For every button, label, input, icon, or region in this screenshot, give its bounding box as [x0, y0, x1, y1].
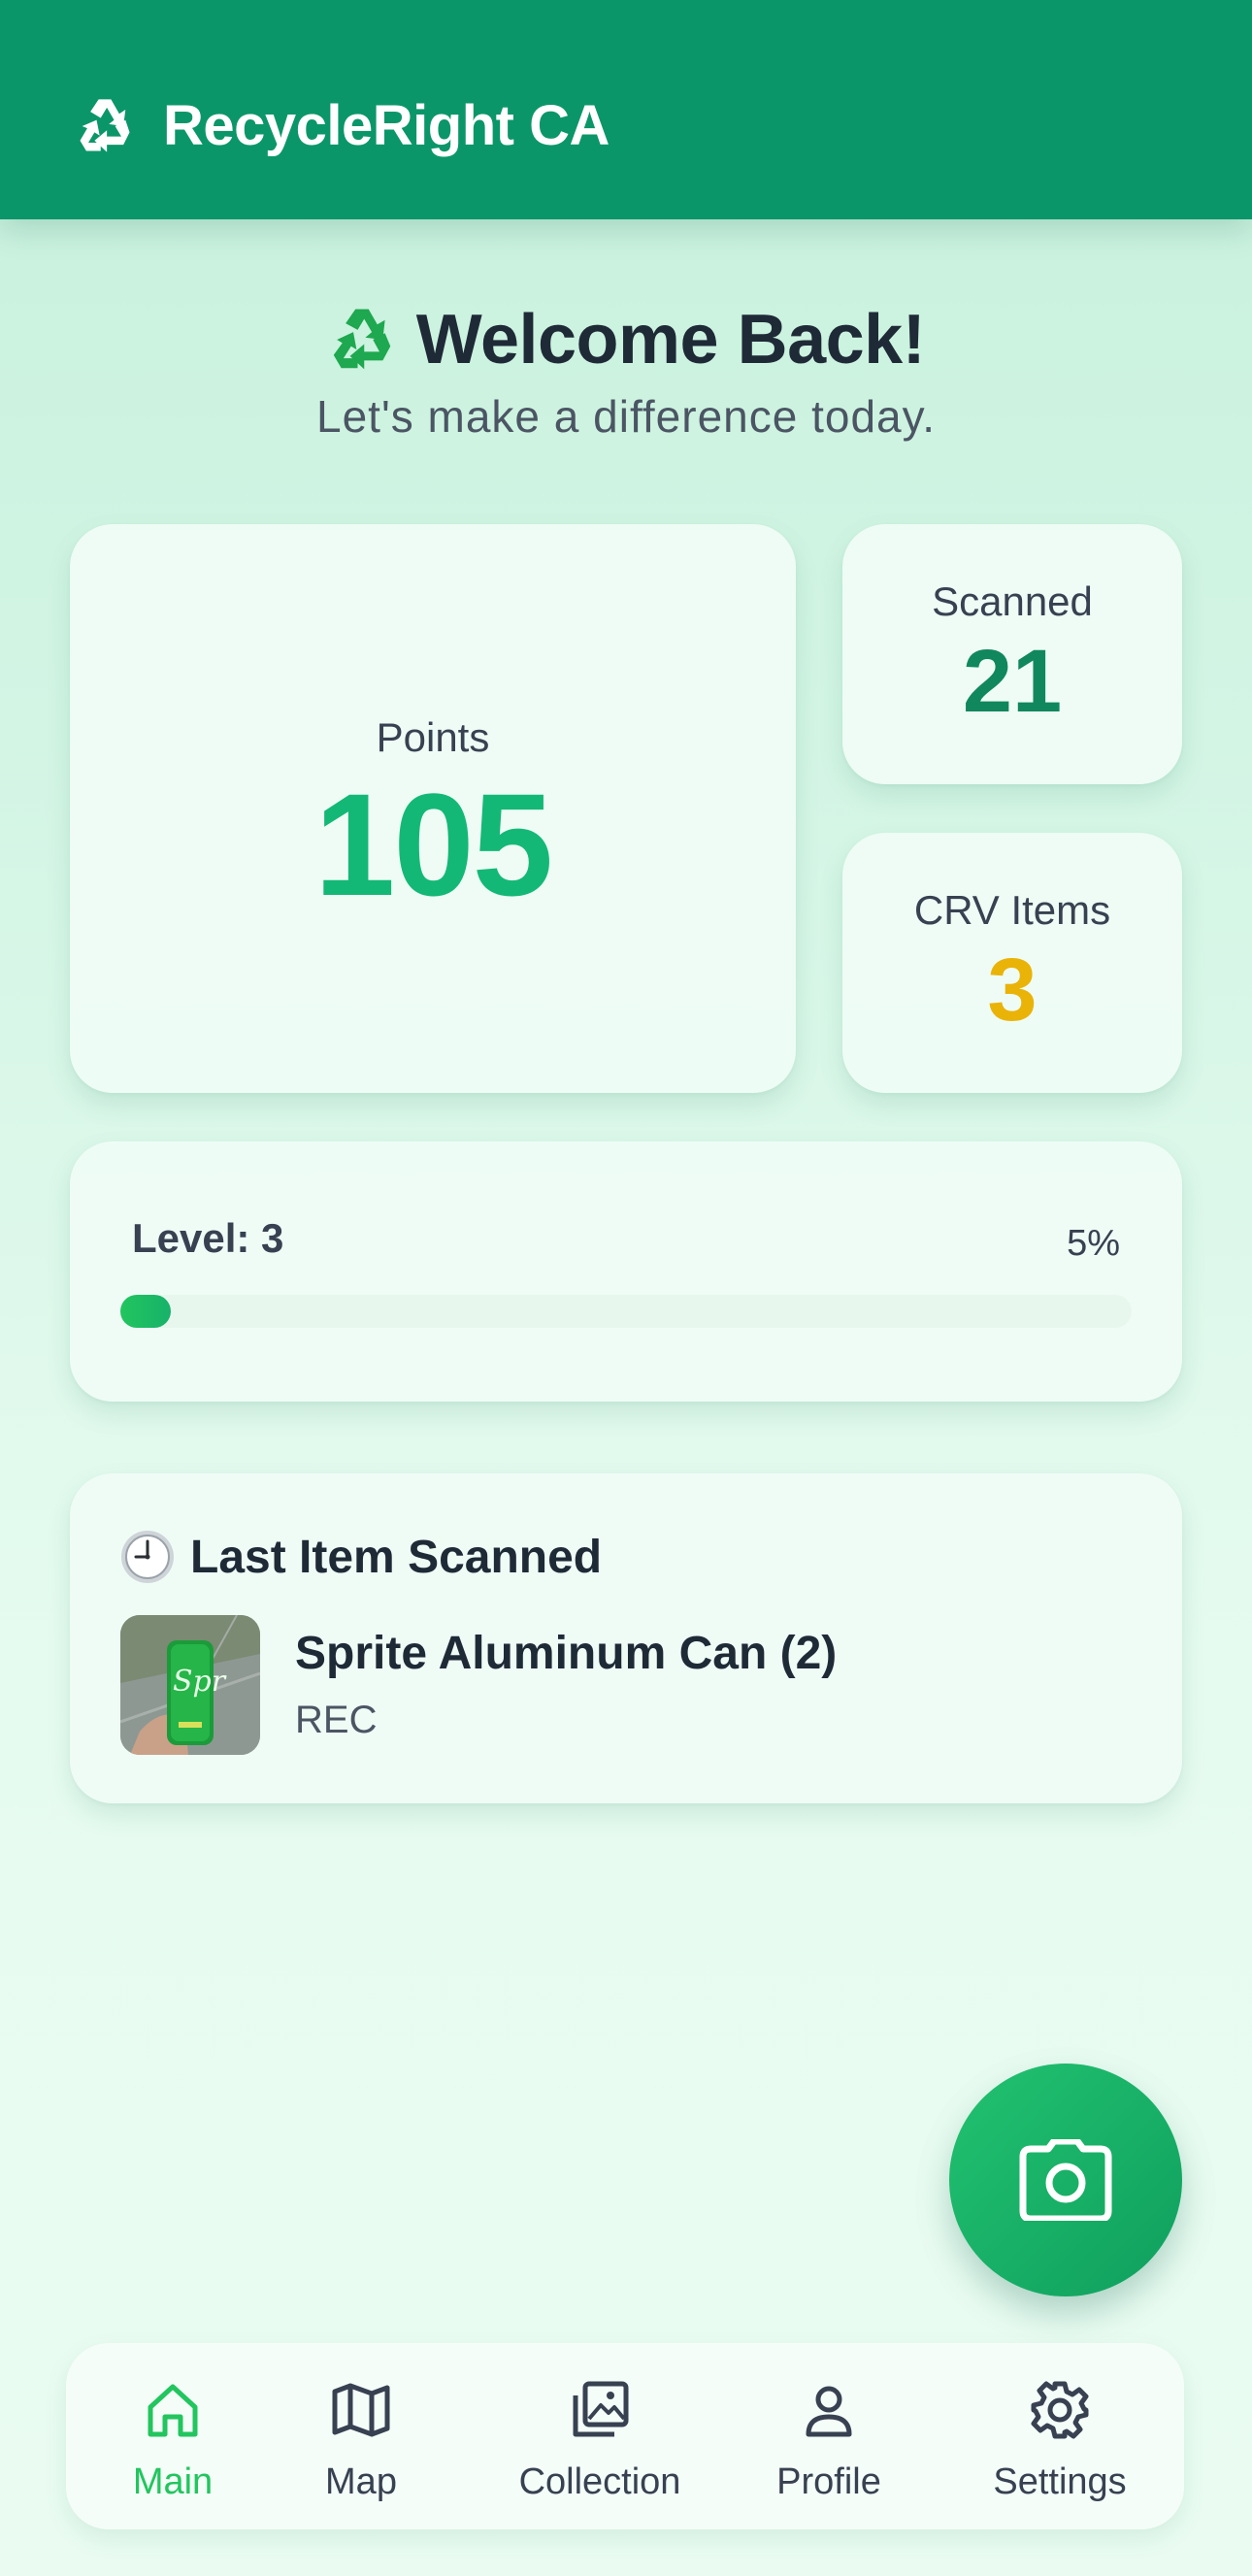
nav-item-main[interactable]: Main	[66, 2343, 280, 2529]
nav-label-map: Map	[325, 2461, 397, 2502]
app-header: RecycleRight CA	[0, 0, 1252, 219]
crv-items-label: CRV Items	[913, 887, 1111, 933]
last-item-name: Sprite Aluminum Can (2)	[295, 1628, 838, 1679]
nav-label-collection: Collection	[518, 2461, 681, 2502]
level-progress-fill	[120, 1295, 171, 1328]
scanned-value: 21	[962, 632, 1063, 731]
nav-item-profile[interactable]: Profile	[722, 2343, 936, 2529]
welcome-title: Welcome Back!	[415, 301, 926, 379]
welcome-section: Welcome Back! Let's make a difference to…	[0, 291, 1252, 443]
nav-item-settings[interactable]: Settings	[953, 2343, 1167, 2529]
crv-items-card: CRV Items 3	[842, 833, 1182, 1093]
map-icon	[332, 2383, 390, 2437]
app-title: RecycleRight CA	[163, 94, 610, 157]
nav-item-collection[interactable]: Collection	[476, 2343, 724, 2529]
nav-label-profile: Profile	[776, 2461, 881, 2502]
recycle-emoji-icon	[333, 309, 391, 370]
scanned-card: Scanned 21	[842, 524, 1182, 784]
scan-camera-button[interactable]	[949, 2064, 1182, 2296]
item-thumbnail: Spr	[120, 1615, 260, 1755]
last-item-heading: Last Item Scanned	[190, 1531, 603, 1583]
level-label: Level: 3	[132, 1215, 284, 1261]
camera-icon	[1019, 2139, 1112, 2221]
clock-icon	[121, 1531, 174, 1583]
last-item-tag: REC	[295, 1699, 378, 1741]
nav-label-settings: Settings	[993, 2461, 1127, 2502]
user-icon	[806, 2386, 852, 2437]
crv-items-value: 3	[987, 941, 1038, 1040]
svg-text:Spr: Spr	[173, 1665, 227, 1699]
gallery-icon	[573, 2381, 629, 2437]
nav-label-main: Main	[132, 2461, 214, 2502]
level-percent: 5%	[1067, 1223, 1120, 1264]
recycle-icon	[80, 99, 130, 152]
points-card: Points 105	[70, 524, 796, 1093]
bottom-nav: Main Map Collection Profile Settings	[66, 2343, 1184, 2529]
scanned-label: Scanned	[932, 578, 1093, 624]
gear-icon	[1031, 2381, 1089, 2439]
last-item-card[interactable]: Last Item Scanned Spr Sprite Aluminum Ca…	[70, 1473, 1182, 1803]
level-card: Level: 3 5%	[70, 1141, 1182, 1402]
welcome-subtitle: Let's make a difference today.	[316, 391, 936, 442]
nav-item-map[interactable]: Map	[254, 2343, 468, 2529]
home-icon	[148, 2384, 198, 2437]
points-value: 105	[313, 763, 553, 926]
points-label: Points	[376, 714, 490, 760]
level-progress-track	[120, 1295, 1132, 1328]
